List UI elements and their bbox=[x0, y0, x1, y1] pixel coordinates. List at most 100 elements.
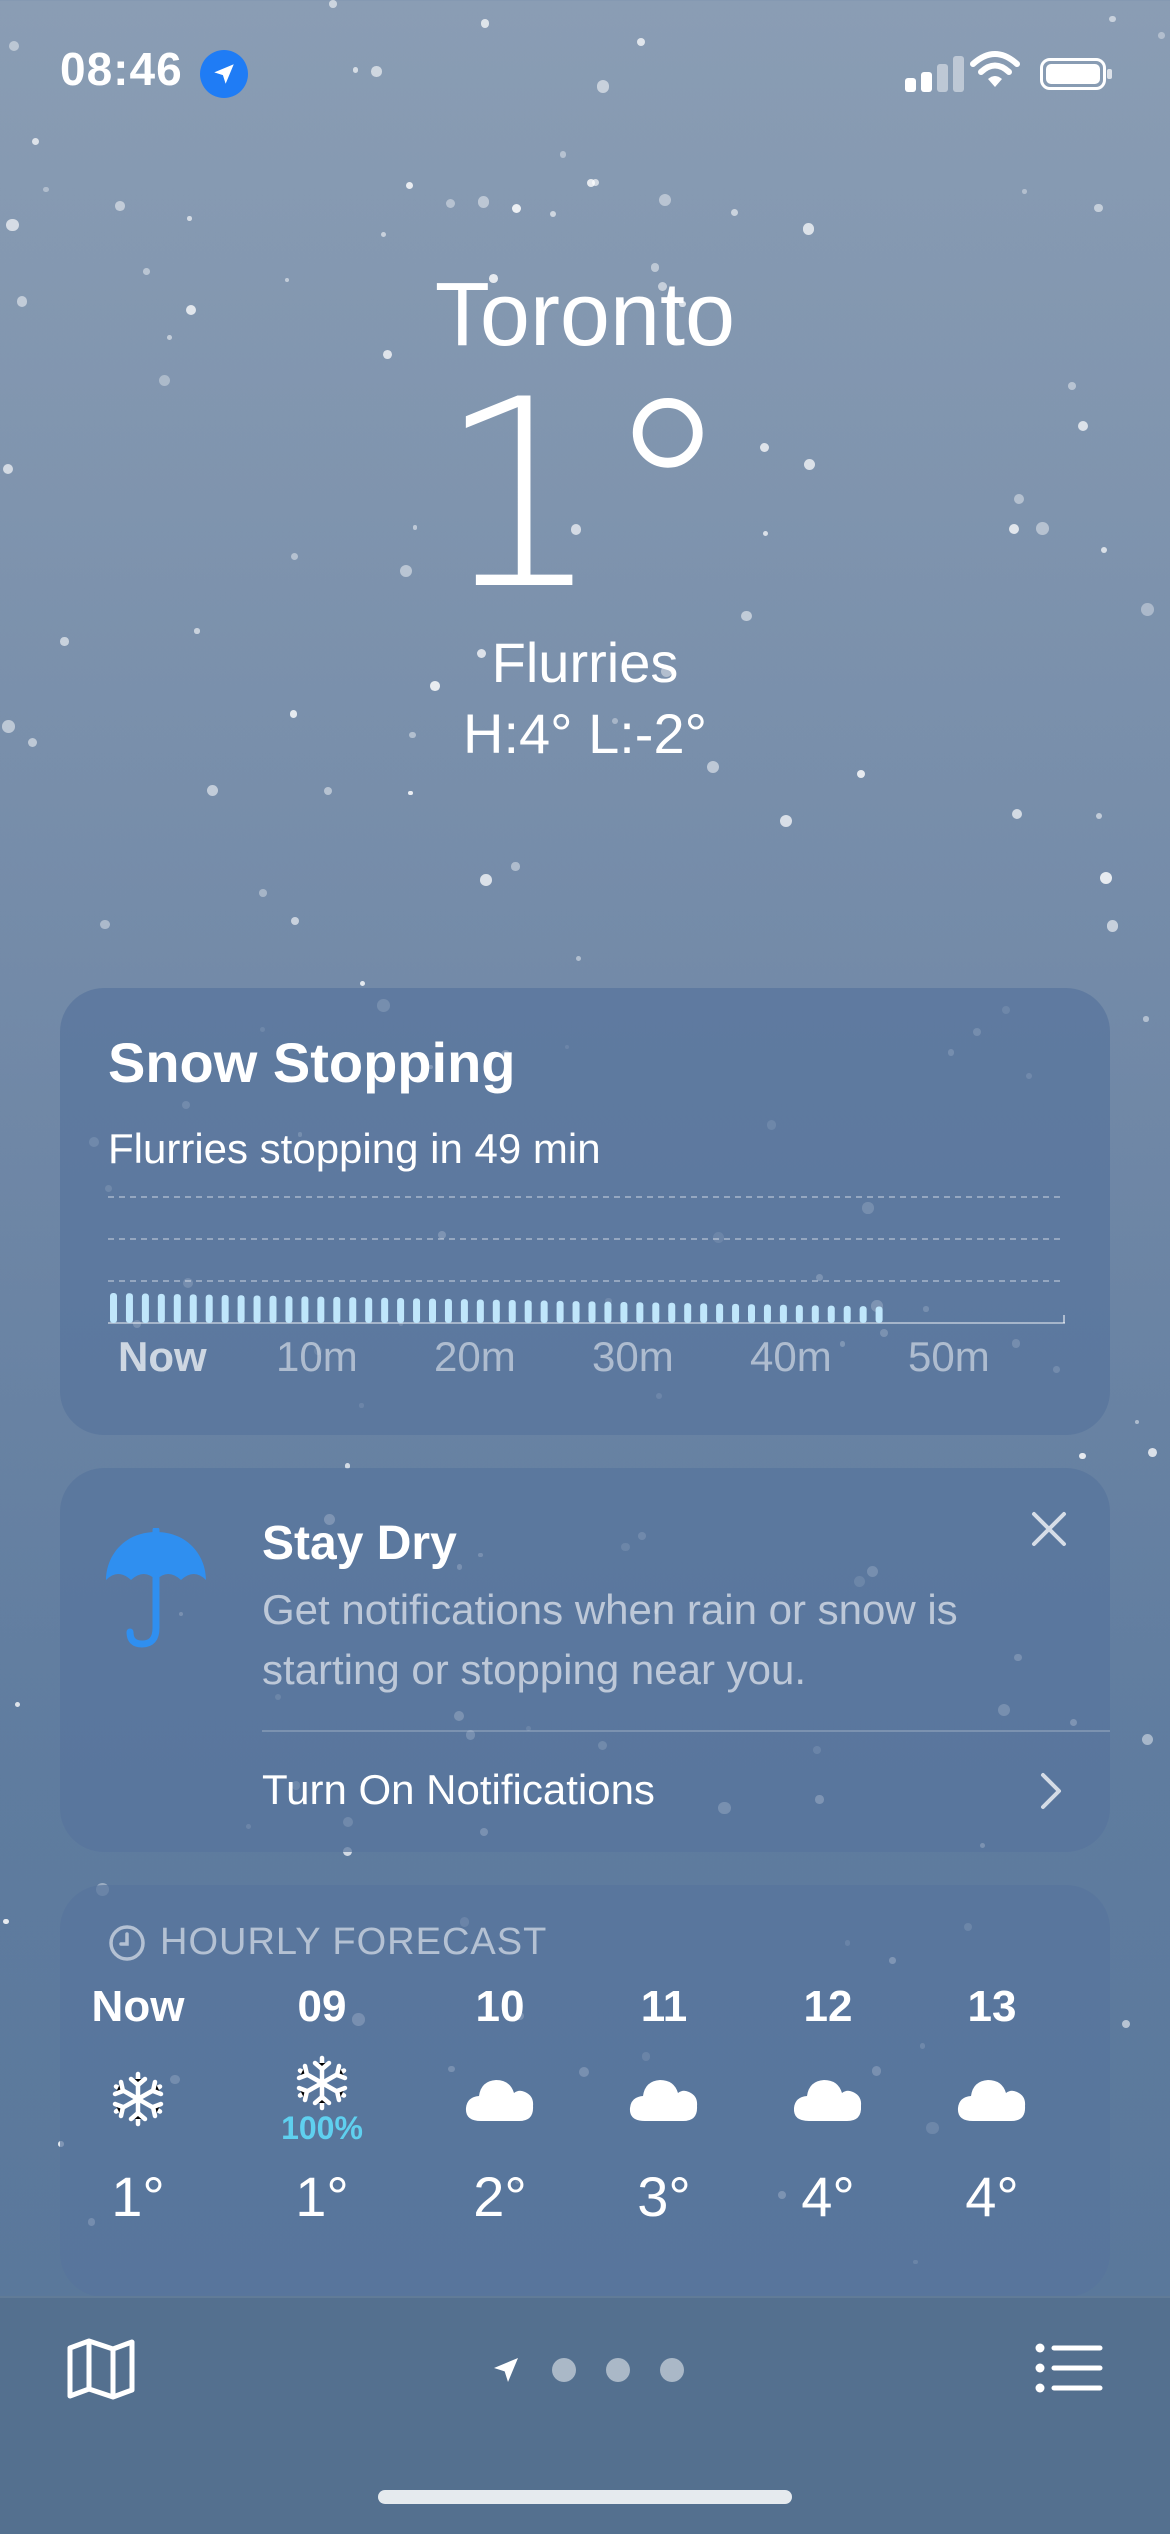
chart-time-label: Now bbox=[118, 1333, 207, 1378]
precip-bar bbox=[748, 1304, 755, 1323]
precip-bar bbox=[157, 1293, 165, 1323]
chart-time-label: 40m bbox=[750, 1333, 832, 1378]
precip-bar bbox=[237, 1295, 245, 1323]
precip-bar bbox=[205, 1294, 213, 1323]
precip-bar bbox=[572, 1301, 580, 1323]
chevron-right-icon[interactable] bbox=[1040, 1772, 1062, 1815]
map-icon[interactable] bbox=[66, 2338, 136, 2405]
page-dot[interactable] bbox=[606, 2358, 630, 2382]
cloud-icon bbox=[748, 2029, 908, 2169]
precip-bar bbox=[620, 1301, 628, 1323]
chart-time-label: 20m bbox=[434, 1333, 516, 1378]
hour-temperature: 4° bbox=[965, 2165, 1019, 2228]
precip-bar bbox=[317, 1296, 325, 1323]
hour-label: Now bbox=[91, 1982, 185, 2031]
precip-bar bbox=[716, 1303, 724, 1323]
home-indicator bbox=[378, 2490, 792, 2504]
hour-temperature: 4° bbox=[801, 2165, 855, 2228]
hourly-item: 11 3° bbox=[584, 1985, 744, 2225]
location-arrow-icon bbox=[200, 50, 248, 98]
cloud-icon bbox=[420, 2029, 580, 2169]
hour-label: 12 bbox=[803, 1982, 853, 2031]
chart-time-label: 30m bbox=[592, 1333, 674, 1378]
divider bbox=[262, 1730, 1110, 1732]
precip-bar bbox=[652, 1302, 660, 1323]
list-icon[interactable] bbox=[1034, 2342, 1104, 2399]
precip-chance: 100% bbox=[281, 2110, 363, 2146]
page-dot[interactable] bbox=[552, 2358, 576, 2382]
close-icon[interactable] bbox=[1030, 1510, 1068, 1553]
precip-bar bbox=[476, 1299, 484, 1323]
hourly-item: 09 100% 1° bbox=[242, 1985, 402, 2225]
status-time: 08:46 bbox=[60, 43, 183, 95]
page-indicator[interactable] bbox=[490, 2354, 684, 2386]
precip-bar bbox=[397, 1298, 405, 1323]
location-arrow-icon bbox=[494, 2358, 518, 2382]
precip-bar bbox=[285, 1296, 293, 1323]
precip-bar bbox=[588, 1301, 596, 1323]
precip-bar bbox=[732, 1303, 740, 1323]
precip-bar bbox=[365, 1297, 373, 1323]
hour-temperature: 2° bbox=[473, 2165, 527, 2228]
snowflake-icon bbox=[58, 2029, 218, 2169]
precip-bar bbox=[843, 1305, 851, 1323]
precipitation-card[interactable]: Snow Stopping Flurries stopping in 49 mi… bbox=[60, 988, 1110, 1435]
precip-bar bbox=[508, 1300, 516, 1323]
chart-time-label: 50m bbox=[908, 1333, 990, 1378]
precip-bar bbox=[125, 1293, 133, 1323]
precip-bar bbox=[668, 1302, 676, 1323]
high-low-temperature: H:4° L:-2° bbox=[463, 702, 707, 765]
turn-on-notifications-link[interactable]: Turn On Notifications bbox=[262, 1766, 655, 1814]
cloud-icon bbox=[912, 2029, 1072, 2169]
precip-bar bbox=[189, 1294, 197, 1323]
precip-bar bbox=[827, 1305, 835, 1323]
precip-bar bbox=[556, 1300, 564, 1323]
precip-bar bbox=[684, 1303, 692, 1323]
precip-bar bbox=[413, 1298, 421, 1323]
notify-description: Get notifications when rain or snow is s… bbox=[262, 1586, 958, 1693]
hour-label: 13 bbox=[967, 1982, 1017, 2031]
wifi-icon bbox=[970, 50, 1020, 95]
precip-bar bbox=[269, 1295, 277, 1323]
battery-icon bbox=[1040, 58, 1112, 90]
precip-bar bbox=[524, 1300, 532, 1323]
precip-bar bbox=[460, 1299, 468, 1323]
hour-label: 10 bbox=[475, 1982, 525, 2031]
hour-label: 11 bbox=[640, 1982, 688, 2031]
page-dot[interactable] bbox=[660, 2358, 684, 2382]
current-temperature: 1° bbox=[437, 345, 733, 647]
snowflake-icon: 100% bbox=[242, 2029, 402, 2169]
hour-label: 09 bbox=[297, 1982, 347, 2031]
precip-bar bbox=[333, 1296, 341, 1323]
precipitation-chart: Now 10m 20m 30m 40m 50m bbox=[108, 1196, 1065, 1378]
hourly-item: 12 4° bbox=[748, 1985, 908, 2225]
precip-bar bbox=[540, 1300, 548, 1323]
hourly-item: 13 4° bbox=[912, 1985, 1072, 2225]
clock-icon bbox=[109, 1924, 145, 1961]
hourly-item: 10 2° bbox=[420, 1985, 580, 2225]
hourly-forecast-label: HOURLY FORECAST bbox=[160, 1921, 548, 1963]
hourly-item: Now 1° bbox=[58, 1985, 218, 2225]
precip-bar bbox=[875, 1306, 883, 1323]
current-condition: Flurries bbox=[491, 631, 679, 694]
precip-bar bbox=[381, 1297, 389, 1323]
precip-bar bbox=[859, 1306, 867, 1323]
status-bar: 08:46 bbox=[0, 0, 1170, 150]
current-weather-header: Toronto 1° Flurries H:4° L:-2° bbox=[0, 270, 1170, 766]
precip-bar bbox=[700, 1303, 708, 1323]
precipitation-title: Snow Stopping bbox=[108, 1031, 516, 1094]
hourly-forecast-header: HOURLY FORECAST bbox=[108, 1921, 547, 1964]
umbrella-icon bbox=[104, 1526, 208, 1655]
hourly-forecast-card[interactable]: HOURLY FORECAST Now 1° 09 100% 1° 10 2° 11 3° 12 4… bbox=[60, 1885, 1110, 2297]
precip-bar bbox=[795, 1305, 803, 1323]
precip-bar bbox=[173, 1294, 181, 1323]
precip-bar bbox=[141, 1293, 149, 1323]
precip-bar bbox=[221, 1294, 229, 1323]
hour-temperature: 1° bbox=[295, 2165, 349, 2228]
precip-bar bbox=[444, 1298, 452, 1323]
cloud-icon bbox=[584, 2029, 744, 2169]
notify-title: Stay Dry bbox=[262, 1517, 457, 1570]
precip-bar bbox=[811, 1305, 819, 1323]
precip-bar bbox=[349, 1297, 357, 1323]
notification-promo-card: Stay Dry Get notifications when rain or … bbox=[60, 1468, 1110, 1852]
